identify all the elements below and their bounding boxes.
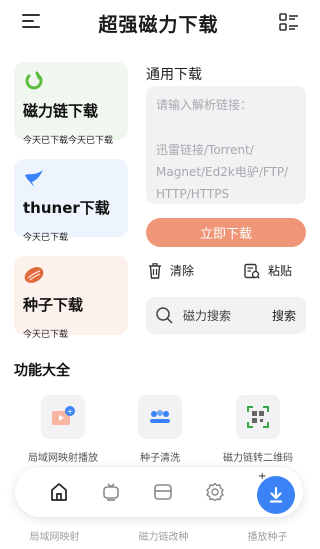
card-title: 种子下载 <box>23 296 84 314</box>
feature-lan-cast[interactable]: + 局域网映射播放 <box>13 395 113 464</box>
download-arrow-icon <box>269 486 283 503</box>
gear-icon <box>206 482 224 502</box>
feature-label: 局域网映射 <box>29 532 80 543</box>
feature-label: 播放种子 <box>247 532 288 543</box>
feature-label: 磁力链改种 <box>138 532 189 543</box>
menu-icon[interactable] <box>22 14 40 30</box>
magnet-search-bar[interactable]: 磁力搜索 搜索 <box>146 297 306 334</box>
home-icon <box>51 483 67 501</box>
page-title: 超强磁力下载 <box>98 13 219 36</box>
seed-icon <box>24 267 44 283</box>
seed-clean-icon <box>138 395 182 439</box>
app-header: 超强磁力下载 <box>0 0 317 46</box>
qr-code-icon <box>236 395 280 439</box>
card-subtitle: 今天已下载 <box>23 330 69 340</box>
download-now-button[interactable]: 立即下载 <box>146 218 306 247</box>
plus-icon: + <box>258 471 267 482</box>
feature-seed-clean[interactable]: 种子清洗 <box>110 395 210 464</box>
input-placeholder: HTTP/HTTPS <box>156 187 230 201</box>
tv-icon <box>103 483 119 501</box>
magnet-download-card[interactable]: 磁力链下载 今天已下载今天已下载 <box>14 62 128 146</box>
search-button[interactable]: 搜索 <box>272 307 296 324</box>
link-input[interactable]: 请输入解析链接： 迅雷链接/Torrent/ Magnet/Ed2k电驴/FTP… <box>146 86 306 204</box>
torrent-download-card[interactable]: 种子下载 今天已下载 <box>14 256 128 340</box>
magnet-icon <box>25 71 43 90</box>
features-title: 功能大全 <box>14 363 70 379</box>
feature-label: 种子清洗 <box>140 453 180 464</box>
thunder-download-card[interactable]: thuner下载 今天已下载 <box>14 159 128 243</box>
bird-icon <box>25 170 43 187</box>
tab-library[interactable] <box>137 472 189 512</box>
search-icon <box>156 307 173 324</box>
card-title: 磁力链下载 <box>23 102 99 120</box>
features-next-row: 局域网映射 磁力链改种 播放种子 <box>0 528 317 543</box>
input-placeholder: Magnet/Ed2k电驴/FTP/ <box>156 165 289 179</box>
tab-settings[interactable] <box>189 472 241 512</box>
lan-cast-icon: + <box>41 395 85 439</box>
download-fab-button[interactable]: + <box>257 471 295 514</box>
clear-label: 清除 <box>170 264 195 278</box>
tab-tv[interactable] <box>85 472 137 512</box>
card-subtitle: 今天已下载 <box>23 233 69 243</box>
input-placeholder: 请输入解析链接： <box>156 98 253 112</box>
paste-label: 粘贴 <box>268 264 293 278</box>
feature-label: 磁力链转二维码 <box>223 453 293 464</box>
card-subtitle: 今天已下载今天已下载 <box>23 136 114 146</box>
trash-icon <box>149 262 161 279</box>
feature-magnet-qr[interactable]: 磁力链转二维码 <box>208 395 308 464</box>
list-grid-icon[interactable] <box>279 13 299 32</box>
search-input[interactable]: 磁力搜索 <box>183 307 272 324</box>
paste-button[interactable]: 粘贴 <box>244 262 292 279</box>
paste-icon <box>244 263 260 279</box>
tab-home[interactable] <box>33 472 85 512</box>
feature-label: 局域网映射播放 <box>28 453 98 464</box>
clear-button[interactable]: 清除 <box>148 262 194 279</box>
svg-text:+: + <box>67 407 74 416</box>
cabinet-icon <box>154 484 172 500</box>
card-title: thuner下载 <box>23 199 110 217</box>
bottom-tab-bar: + <box>15 467 303 517</box>
input-placeholder: 迅雷链接/Torrent/ <box>156 143 254 157</box>
general-download-label: 通用下载 <box>146 67 202 83</box>
features-heading: 功能大全 <box>14 360 76 380</box>
